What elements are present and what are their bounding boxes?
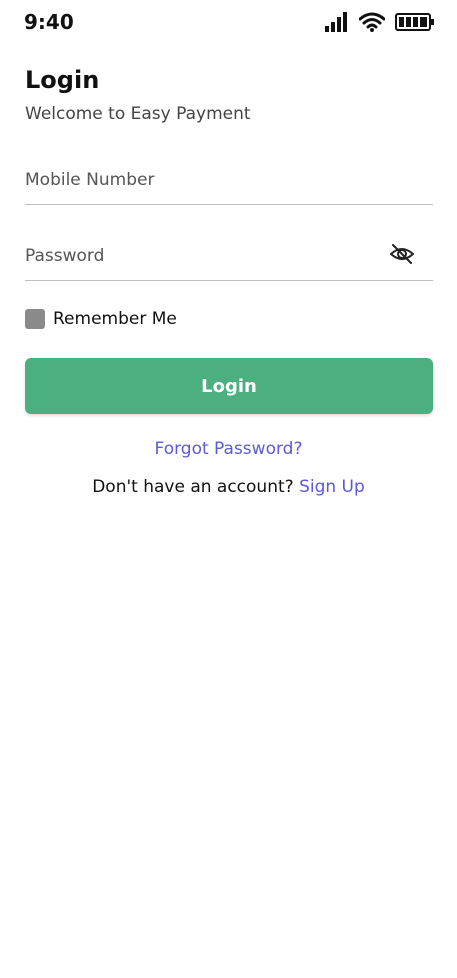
page-subtitle: Welcome to Easy Payment [25,104,251,124]
wifi-icon [359,12,385,32]
remember-me-label: Remember Me [53,309,177,329]
page-title: Login [25,66,100,94]
login-button[interactable]: Login [25,358,433,414]
battery-icon [395,12,435,32]
status-icons [325,12,435,32]
password-input[interactable] [25,231,433,280]
cellular-signal-icon [325,12,349,32]
status-time: 9:40 [24,10,74,34]
mobile-number-field [25,155,433,205]
remember-me-checkbox[interactable] [25,309,45,329]
sign-up-link[interactable]: Sign Up [299,477,365,497]
forgot-password-link[interactable]: Forgot Password? [0,439,457,459]
no-account-text: Don't have an account? [92,477,300,497]
remember-me-row[interactable]: Remember Me [25,309,177,329]
eye-off-icon[interactable] [389,241,415,267]
signup-prompt: Don't have an account? Sign Up [0,477,457,497]
password-field [25,231,433,281]
status-bar: 9:40 [0,0,457,48]
mobile-number-input[interactable] [25,155,433,204]
